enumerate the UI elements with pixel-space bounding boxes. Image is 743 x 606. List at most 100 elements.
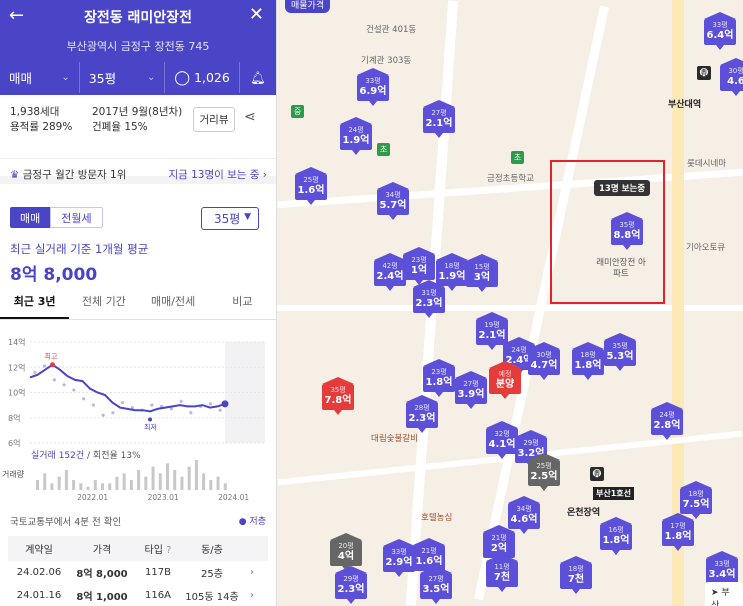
street-view-button[interactable]: 거리뷰 — [193, 107, 235, 132]
price-marker[interactable]: 23평 1억 — [403, 247, 435, 285]
close-icon[interactable]: ✕ — [249, 4, 264, 26]
x-tick-label: 2022.01 — [77, 493, 108, 500]
price-marker[interactable]: 27평 2.1억 — [423, 100, 455, 138]
marker-body: 33평 3.4억 — [706, 558, 738, 589]
chevron-right-icon[interactable]: › — [242, 567, 262, 578]
price-marker[interactable]: 16평 1.8억 — [600, 517, 632, 555]
trade-point — [218, 408, 222, 412]
price-marker[interactable]: 예정 분양 — [489, 361, 521, 399]
marker-price: 6.4억 — [706, 30, 734, 41]
subway-icon[interactable]: 🚇︎ — [697, 66, 711, 80]
subway-icon[interactable]: 🚇︎ — [590, 467, 604, 481]
tab-sale-jeonse[interactable]: 매매/전세 — [139, 292, 208, 319]
price-marker[interactable]: 18평 7.5억 — [680, 481, 712, 519]
deal-type-dropdown[interactable]: 매매 ⌄ — [0, 62, 80, 93]
price-marker[interactable]: 24평 1.9억 — [340, 117, 372, 155]
marker-body: 27평 3.9억 — [455, 378, 487, 409]
marker-price: 1.8억 — [602, 535, 630, 546]
school-icon[interactable]: 초 — [377, 143, 390, 156]
price-marker[interactable]: 35평 8.8억 — [611, 212, 643, 250]
trade-point — [208, 402, 212, 406]
marker-body: 33평 2.9억 — [383, 546, 415, 577]
price-chart[interactable]: 14억 12억 10억 8억 6억 최고최저거래량 2022.01 2023.01 2024.0… — [0, 330, 277, 500]
help-icon[interactable]: ? — [166, 545, 171, 556]
price-marker[interactable]: 30평 4.7억 — [528, 342, 560, 380]
volume-bar — [122, 473, 126, 490]
price-marker[interactable]: 29평 2.3억 — [335, 566, 367, 604]
marker-size: 23평 — [431, 368, 447, 376]
chevron-right-icon[interactable]: › — [242, 590, 262, 601]
station-label[interactable]: 부산대역 — [668, 97, 701, 110]
price-marker[interactable]: 42평 2.4억 — [374, 253, 406, 291]
size-select[interactable]: 35평 ▼ — [201, 207, 259, 230]
volume-bar — [43, 473, 47, 490]
station-label[interactable]: 온천장역 — [567, 505, 600, 518]
share-icon[interactable]: ⋖ — [244, 109, 256, 125]
price-marker[interactable]: 25평 1.6억 — [295, 167, 327, 205]
price-marker[interactable]: 35평 7.8억 — [322, 377, 354, 415]
price-marker[interactable]: 17평 1.8억 — [662, 513, 694, 551]
jeonse-toggle[interactable]: 전월세 — [50, 207, 103, 228]
visitor-rank: ♛ 금정구 월간 방문자 1위 — [10, 169, 127, 181]
marker-size: 18평 — [580, 351, 596, 359]
price-marker[interactable]: 11평 7천 — [486, 554, 518, 592]
price-marker[interactable]: 32평 4.1억 — [486, 421, 518, 459]
school-icon[interactable]: 초 — [511, 151, 524, 164]
house-roof-icon — [651, 402, 683, 409]
price-marker[interactable]: 15평 3억 — [466, 254, 498, 292]
price-marker[interactable]: 27평 3.9억 — [455, 371, 487, 409]
table-row[interactable]: 24.01.16 8억 1,000 116A 105동 14층 › — [8, 584, 268, 606]
price-marker[interactable]: 33평 6.9억 — [357, 68, 389, 106]
price-marker[interactable]: 24평 2.8억 — [651, 402, 683, 440]
marker-price: 4억 — [337, 551, 355, 562]
map-mode-badge[interactable]: 매물가격 — [285, 0, 331, 13]
marker-body: 18평 1.8억 — [572, 349, 604, 380]
tab-all-period[interactable]: 전체 기간 — [69, 292, 138, 319]
deal-toggle: 매매 전월세 — [10, 207, 103, 228]
price-marker[interactable]: 33평 3.4억 — [706, 551, 738, 589]
price-marker[interactable]: 33평 6.4억 — [704, 12, 736, 50]
sale-toggle[interactable]: 매매 — [10, 207, 51, 228]
comment-icon: ◯ — [174, 69, 191, 86]
price-marker[interactable]: 33평 2.9억 — [383, 539, 415, 577]
house-roof-icon — [572, 342, 604, 349]
live-viewers-link[interactable]: 지금 13명이 보는 중 › — [168, 167, 267, 182]
marker-size: 17평 — [670, 522, 686, 530]
volume-bar — [93, 480, 97, 490]
marker-size: 21평 — [491, 534, 507, 542]
comments-button[interactable]: ◯ 1,026 — [165, 62, 241, 93]
price-marker[interactable]: 31평 2.3억 — [413, 280, 445, 318]
house-roof-icon — [322, 377, 354, 384]
y-tick-label: 8억 — [8, 413, 20, 423]
price-marker[interactable]: 28평 2.3억 — [406, 395, 438, 433]
table-row[interactable]: 24.02.06 8억 8,000 117B 25층 › — [8, 561, 268, 583]
x-tick-label: 2024.01 — [218, 493, 249, 500]
volume-bar — [36, 480, 39, 490]
data-source: 국토교통부에서 4분 전 확인 — [10, 517, 122, 528]
marker-size: 18평 — [444, 262, 460, 270]
price-marker[interactable]: 18평 7천 — [560, 556, 592, 594]
bell-icon[interactable]: 🔔︎ — [240, 62, 276, 93]
tab-recent-3y[interactable]: 최근 3년 — [0, 292, 70, 319]
school-icon[interactable]: 중 — [291, 105, 304, 118]
floor-area-ratio: 용적률 289% — [10, 121, 73, 133]
size-dropdown[interactable]: 35평 ⌄ — [80, 62, 166, 93]
price-marker[interactable]: 27평 3.5억 — [420, 566, 452, 604]
volume-bar — [50, 483, 54, 490]
listing-panel: ← 장전동 래미안장전 ✕ 부산광역시 금정구 장전동 745 매매 ⌄ 35평 ⌄… — [0, 0, 277, 606]
price-marker[interactable]: 20평 4억 — [330, 533, 362, 571]
price-marker[interactable]: 18평 1.8억 — [572, 342, 604, 380]
price-marker[interactable]: 23평 1.8억 — [423, 359, 455, 397]
price-marker[interactable]: 30평 4.6 — [720, 58, 743, 96]
marker-size: 35평 — [612, 342, 628, 350]
y-tick-label: 6억 — [8, 438, 20, 448]
locate-button[interactable]: ➤ 부산 — [705, 582, 743, 606]
price-marker[interactable]: 25평 2.5억 — [528, 453, 560, 491]
price-marker[interactable]: 35평 5.3억 — [604, 333, 636, 371]
tab-compare[interactable]: 비교 — [208, 292, 276, 319]
volume-bar — [86, 486, 90, 490]
volume-bar — [79, 483, 83, 490]
marker-price: 3.5억 — [422, 584, 450, 595]
price-marker[interactable]: 34평 5.7억 — [377, 182, 409, 220]
marker-body: 23평 1억 — [403, 254, 435, 285]
